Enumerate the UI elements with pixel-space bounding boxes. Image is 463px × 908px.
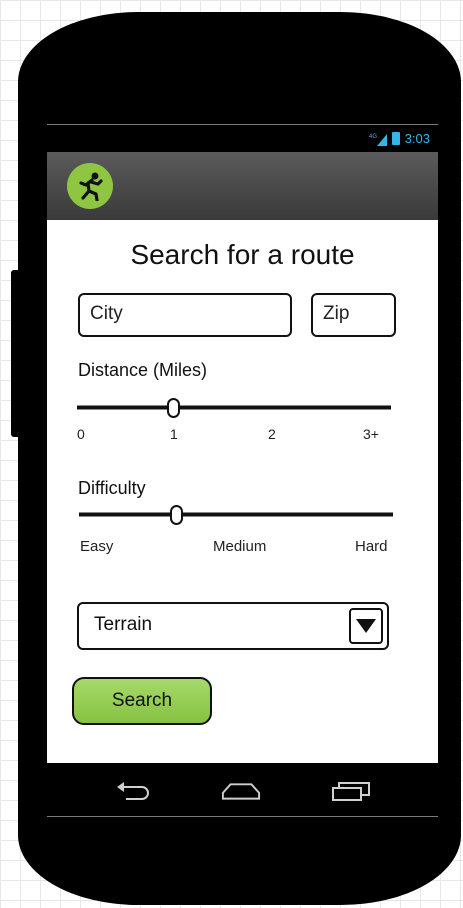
nav-bar bbox=[47, 763, 438, 818]
status-bar: 4G 3:03 bbox=[47, 128, 438, 152]
dropdown-triangle-icon[interactable] bbox=[349, 608, 383, 644]
status-time: 3:03 bbox=[404, 131, 430, 146]
signal-icon: 4G bbox=[369, 133, 387, 146]
bottom-divider bbox=[47, 816, 438, 817]
distance-label: Distance (Miles) bbox=[78, 360, 208, 380]
back-icon[interactable] bbox=[114, 776, 154, 806]
difficulty-tick: Hard bbox=[355, 538, 388, 555]
recents-icon[interactable] bbox=[331, 776, 371, 806]
distance-tick: 0 bbox=[77, 426, 85, 442]
distance-slider[interactable] bbox=[77, 405, 391, 410]
search-screen: Search for a route City Zip Distance (Mi… bbox=[47, 220, 438, 763]
difficulty-label: Difficulty bbox=[78, 478, 146, 498]
terrain-select[interactable]: Terrain bbox=[77, 602, 389, 650]
zip-input[interactable]: Zip bbox=[311, 293, 396, 337]
distance-tick: 3+ bbox=[363, 426, 379, 442]
runner-icon[interactable] bbox=[67, 163, 113, 209]
distance-tick: 2 bbox=[268, 426, 276, 442]
difficulty-tick: Easy bbox=[80, 538, 114, 555]
battery-icon bbox=[391, 132, 400, 145]
terrain-select-value: Terrain bbox=[94, 614, 153, 635]
action-bar bbox=[47, 152, 438, 220]
difficulty-tick: Medium bbox=[213, 538, 267, 555]
city-input[interactable]: City bbox=[78, 293, 292, 337]
difficulty-slider-thumb[interactable] bbox=[170, 505, 183, 525]
distance-tick: 1 bbox=[170, 426, 178, 442]
distance-slider-thumb[interactable] bbox=[167, 398, 180, 418]
difficulty-slider[interactable] bbox=[79, 512, 393, 517]
home-icon[interactable] bbox=[221, 776, 261, 806]
search-button[interactable]: Search bbox=[72, 677, 212, 725]
svg-text:4G: 4G bbox=[369, 134, 377, 140]
top-divider bbox=[47, 124, 438, 125]
page-title: Search for a route bbox=[130, 239, 355, 270]
